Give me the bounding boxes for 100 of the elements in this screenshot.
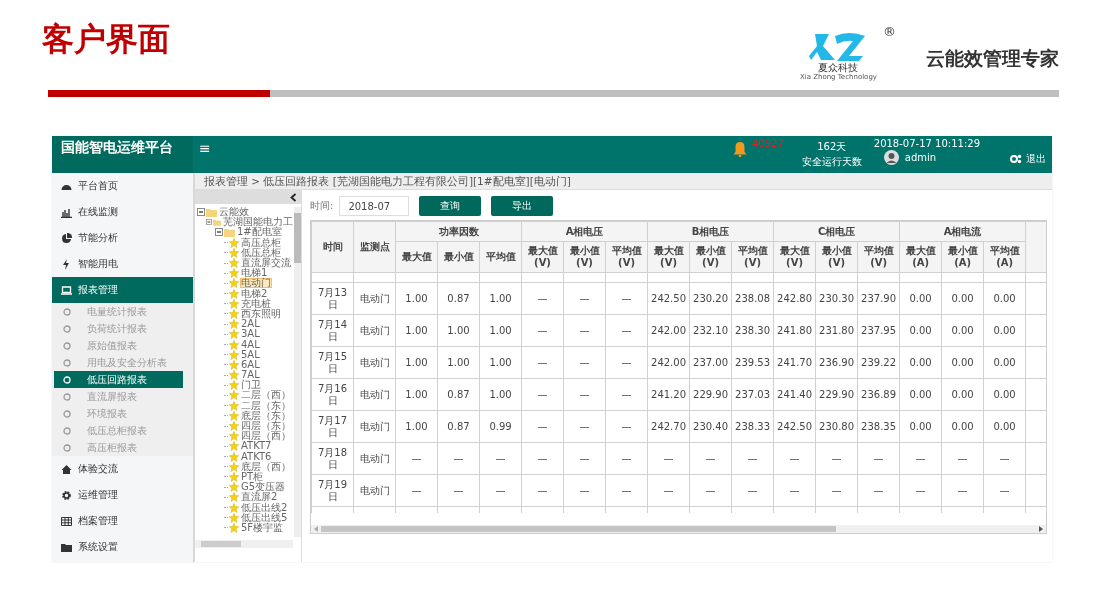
tree-node[interactable]: 3AL	[240, 329, 261, 340]
tree-node[interactable]: 5AL	[240, 349, 261, 360]
sidebar-item[interactable]: 报表管理	[52, 277, 193, 303]
tree-node[interactable]: G5变压器	[240, 482, 287, 493]
folder-icon	[206, 207, 217, 217]
tree-node[interactable]: 二层（东）	[240, 400, 292, 411]
tree-node[interactable]: 2AL	[240, 319, 261, 330]
table-cell: 电动门	[353, 378, 396, 411]
table-cell: 7月16日	[311, 378, 354, 411]
sidebar-item[interactable]: 节能分析	[52, 225, 193, 251]
table-cell: 229.90	[815, 378, 858, 411]
tree-node[interactable]: 4AL	[240, 339, 261, 350]
gear-icon	[61, 489, 72, 501]
action-button[interactable]: 查询	[419, 196, 482, 216]
tree-node[interactable]: ATKT6	[240, 451, 273, 462]
star-icon	[229, 431, 239, 442]
tree-node[interactable]: PT柜	[240, 471, 265, 482]
table-cell: —	[857, 474, 900, 507]
table-cell: 238.08	[731, 282, 774, 315]
horizontal-scrollbar[interactable]	[311, 525, 1046, 533]
table-cell: 230.40	[689, 410, 732, 443]
tree-node[interactable]: 底层（西）	[240, 461, 292, 472]
bell-icon[interactable]	[731, 141, 748, 157]
table-cell: —	[605, 378, 648, 411]
tree-node[interactable]: 二层（西）	[240, 390, 292, 401]
sidebar-item[interactable]: 在线监测	[52, 199, 193, 225]
tree-node[interactable]: 5F楼宇监	[240, 522, 285, 533]
table-cell: —	[521, 410, 564, 443]
table-cell: 237.95	[857, 314, 900, 347]
horizontal-scrollbar[interactable]	[195, 540, 293, 548]
column-header: 功率因数	[395, 221, 522, 242]
table-cell: 电动门	[353, 410, 396, 443]
minus-box-icon[interactable]	[197, 208, 205, 217]
star-icon	[229, 512, 239, 523]
submenu-item[interactable]: 低压回路报表	[54, 371, 183, 388]
tree-node[interactable]: 低压总柜	[240, 247, 282, 258]
tree-node[interactable]: 电梯1	[240, 268, 269, 279]
tree-node[interactable]: 云能效	[218, 207, 250, 218]
logo-text: 夏众科技	[818, 62, 859, 73]
action-button[interactable]: 导出	[491, 196, 554, 216]
tree-node[interactable]: 1#配电室	[236, 227, 283, 238]
tree-node[interactable]: 7AL	[240, 370, 261, 381]
circle-icon	[63, 307, 71, 316]
tree-node[interactable]: 高压总柜	[240, 237, 282, 248]
gears-icon[interactable]	[1010, 154, 1022, 164]
circle-icon	[63, 375, 71, 384]
table-cell: 0.00	[941, 314, 984, 347]
avatar-icon[interactable]	[883, 150, 899, 165]
tree-node[interactable]: 底层（东）	[240, 410, 292, 421]
tree-node[interactable]: 西东照明	[240, 308, 282, 319]
pie-chart-icon	[61, 232, 72, 244]
tree-node[interactable]: 直流屏交流	[240, 258, 292, 269]
star-icon	[229, 359, 239, 370]
table-cell: 0.00	[899, 282, 942, 315]
column-header: A相电流	[899, 221, 1026, 242]
table-cell: —	[563, 346, 606, 379]
minus-box-icon[interactable]	[206, 218, 212, 227]
collapse-icon[interactable]	[290, 192, 297, 202]
table-cell: —	[605, 282, 648, 315]
tree-node[interactable]: 门卫	[240, 380, 262, 391]
menu-button[interactable]: ≡	[197, 140, 213, 156]
table-cell: 241.40	[773, 378, 816, 411]
sidebar-item[interactable]: 系统设置	[52, 534, 193, 560]
tree-node[interactable]: ATKT7	[240, 441, 273, 452]
sidebar-item[interactable]: 智能用电	[52, 251, 193, 277]
table-cell: 0.00	[899, 410, 942, 443]
tree-node[interactable]: 低压出线2	[240, 502, 289, 513]
logout-button[interactable]: 退出	[1026, 152, 1046, 166]
table-cell: —	[563, 410, 606, 443]
minus-box-icon[interactable]	[215, 228, 223, 237]
column-header: A相电压	[521, 221, 648, 242]
tree-node[interactable]: 直流屏2	[240, 492, 279, 503]
table-cell: —	[647, 474, 690, 507]
table-cell: —	[437, 474, 480, 507]
sidebar-item[interactable]: 运维管理	[52, 482, 193, 508]
table-cell: 241.70	[773, 346, 816, 379]
table-cell: 0.00	[899, 378, 942, 411]
vertical-scrollbar[interactable]	[294, 207, 301, 537]
tree-node[interactable]: 电动门	[240, 278, 272, 289]
table-cell: 0.00	[899, 346, 942, 379]
tree-node[interactable]: 芜湖国能电力工	[222, 217, 294, 228]
sidebar-item[interactable]: 档案管理	[52, 508, 193, 534]
slogan: 云能效管理专家	[926, 46, 1059, 71]
table-cell: 236.89	[857, 378, 900, 411]
table-cell: —	[773, 474, 816, 507]
tree-node[interactable]: 低压出线5	[240, 512, 289, 523]
sidebar-item[interactable]: 体验交流	[52, 456, 193, 482]
tree-node[interactable]: 电梯2	[240, 288, 269, 299]
user-name[interactable]: admin	[904, 152, 937, 163]
sidebar-item[interactable]: 平台首页	[52, 173, 193, 199]
table-cell: 238.33	[731, 410, 774, 443]
scroll-right-icon[interactable]	[1038, 526, 1043, 532]
tree-node[interactable]: 四层（西）	[240, 431, 292, 442]
tree-node[interactable]: 6AL	[240, 359, 261, 370]
table-cell: 7月17日	[311, 410, 354, 443]
date-field[interactable]: 2018-07	[339, 196, 410, 216]
table-cell: 7月13日	[311, 282, 354, 315]
table-cell: 7月15日	[311, 346, 354, 379]
tree-node[interactable]: 充电桩	[240, 298, 272, 309]
tree-node[interactable]: 四层（东）	[240, 421, 292, 432]
